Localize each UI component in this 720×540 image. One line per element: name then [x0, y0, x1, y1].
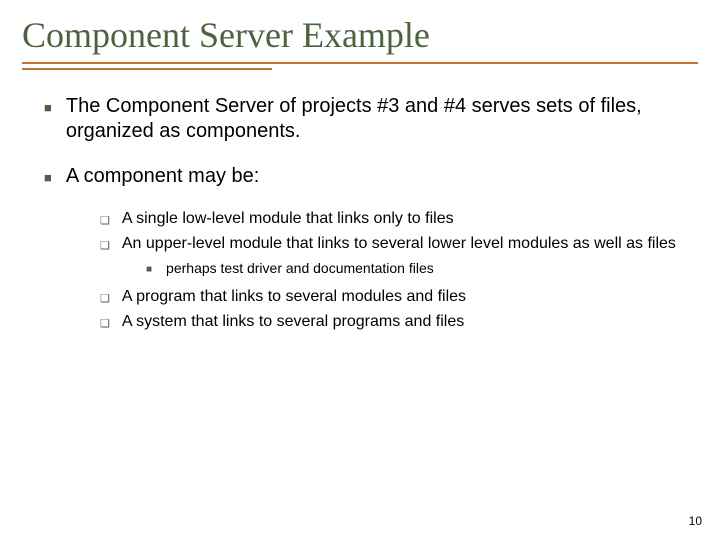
hollow-square-bullet-icon: ❑ — [100, 239, 110, 255]
bullet-level2: ❑ An upper-level module that links to se… — [100, 234, 698, 255]
bullet-text: perhaps test driver and documentation fi… — [166, 259, 434, 277]
bullet-level2: ❑ A program that links to several module… — [100, 287, 698, 308]
page-number: 10 — [689, 514, 702, 528]
square-bullet-icon: ■ — [146, 263, 152, 277]
bullet-text: A program that links to several modules … — [122, 287, 466, 308]
title-underline — [22, 62, 698, 72]
bullet-text: A single low-level module that links onl… — [122, 209, 454, 230]
bullet-level1: ■ A component may be: — [44, 164, 698, 189]
hollow-square-bullet-icon: ❑ — [100, 317, 110, 333]
bullet-level1: ■ The Component Server of projects #3 an… — [44, 94, 698, 144]
hollow-square-bullet-icon: ❑ — [100, 292, 110, 308]
slide: Component Server Example ■ The Component… — [0, 0, 720, 540]
bullet-level2: ❑ A single low-level module that links o… — [100, 209, 698, 230]
bullet-level2: ❑ A system that links to several program… — [100, 312, 698, 333]
slide-title: Component Server Example — [22, 14, 698, 56]
bullet-text: The Component Server of projects #3 and … — [66, 94, 698, 144]
bullet-text: An upper-level module that links to seve… — [122, 234, 676, 255]
square-bullet-icon: ■ — [44, 170, 52, 189]
bullet-level3: ■ perhaps test driver and documentation … — [146, 259, 698, 277]
hollow-square-bullet-icon: ❑ — [100, 214, 110, 230]
square-bullet-icon: ■ — [44, 100, 52, 144]
bullet-text: A system that links to several programs … — [122, 312, 464, 333]
bullet-text: A component may be: — [66, 164, 259, 189]
